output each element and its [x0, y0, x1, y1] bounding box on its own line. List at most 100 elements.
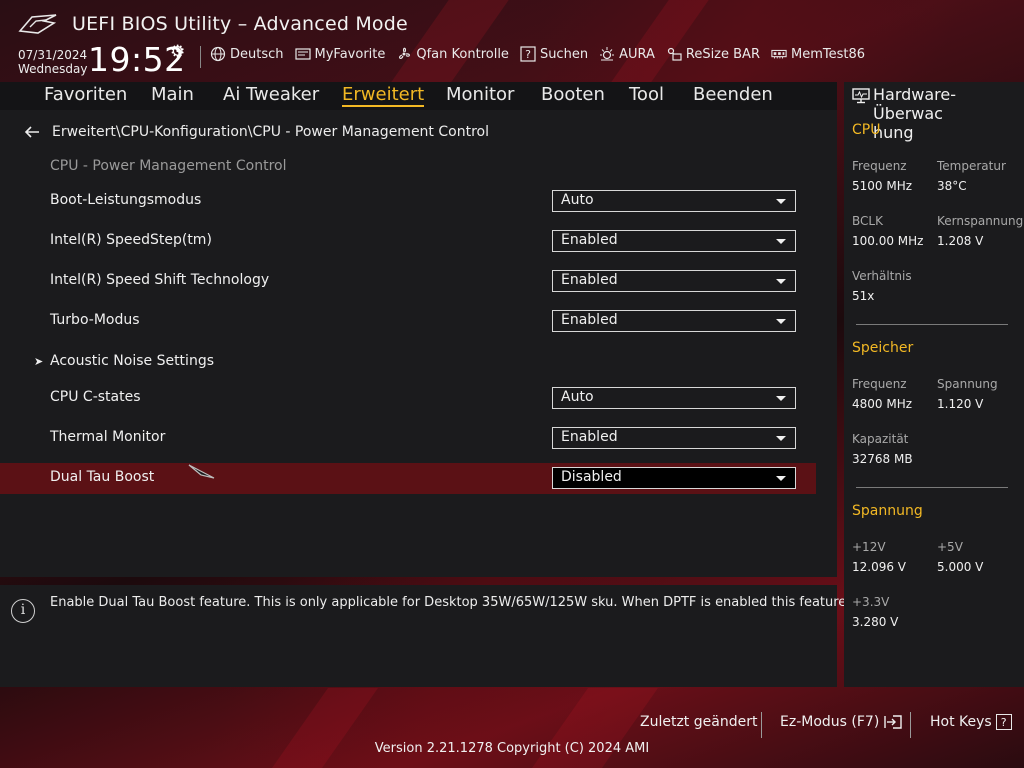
voltage-heading: Spannung [852, 503, 923, 519]
app-title: UEFI BIOS Utility – Advanced Mode [72, 13, 408, 35]
setting-label-c-states: CPU C-states [50, 389, 141, 405]
hot-keys-label: Hot Keys [930, 714, 992, 730]
cpu-temp-value: 38°C [937, 179, 967, 193]
monitor-title-line2: hung [873, 123, 914, 142]
turbo-select[interactable]: Enabled [552, 310, 796, 332]
help-icon: ? [995, 714, 1012, 730]
setting-label-thermal-monitor: Thermal Monitor [50, 429, 166, 445]
setting-label-boot-performance: Boot-Leistungsmodus [50, 192, 202, 208]
mem-freq-label: Frequenz [852, 377, 907, 391]
section-title: CPU - Power Management Control [50, 158, 287, 174]
v33-label: +3.3V [852, 595, 890, 609]
cpu-temp-label: Temperatur [937, 159, 1006, 173]
setting-label-speed-shift: Intel(R) Speed Shift Technology [50, 272, 270, 288]
fan-icon [396, 46, 412, 62]
bclk-label: BCLK [852, 214, 883, 228]
qfan-label: Qfan Kontrolle [416, 46, 509, 62]
cpu-freq-value: 5100 MHz [852, 179, 913, 193]
v12-label: +12V [852, 540, 886, 554]
qfan-button[interactable]: Qfan Kontrolle [396, 46, 509, 62]
tab-favoriten[interactable]: Favoriten [44, 84, 127, 105]
caret-down-icon [776, 279, 786, 284]
search-button[interactable]: ? Suchen [520, 46, 588, 62]
v12-value: 12.096 V [852, 560, 907, 574]
dual-tau-boost-select[interactable]: Disabled [552, 467, 796, 489]
info-icon: i [11, 599, 35, 623]
boot-performance-select[interactable]: Auto [552, 190, 796, 212]
tab-main[interactable]: Main [151, 84, 194, 105]
back-arrow-icon[interactable] [24, 125, 40, 139]
tab-monitor[interactable]: Monitor [446, 84, 514, 105]
myfavorite-button[interactable]: MyFavorite [294, 46, 386, 62]
monitor-icon [852, 88, 870, 104]
caret-down-icon [776, 396, 786, 401]
tab-ai-tweaker[interactable]: Ai Tweaker [223, 84, 319, 105]
mem-capacity-label: Kapazität [852, 432, 909, 446]
speed-shift-select[interactable]: Enabled [552, 270, 796, 292]
myfavorite-label: MyFavorite [314, 46, 386, 62]
search-label: Suchen [539, 46, 589, 62]
date: 07/31/2024 [18, 48, 88, 62]
monitor-title-line1: Hardware-Überwac [873, 85, 957, 123]
resize-bar-label: ReSize BAR [685, 46, 760, 62]
speedstep-select[interactable]: Enabled [552, 230, 796, 252]
select-value: Disabled [561, 469, 622, 485]
last-changed-button[interactable]: Zuletzt geändert [640, 714, 757, 730]
setting-label-dual-tau-boost: Dual Tau Boost [50, 469, 155, 485]
memtest-button[interactable]: MemTest86 [771, 46, 865, 62]
hot-keys-button[interactable]: Hot Keys ? [930, 714, 1012, 730]
last-changed-label: Zuletzt geändert [640, 714, 758, 730]
core-voltage-label: Kernspannung [937, 214, 1024, 228]
favorite-icon [294, 46, 311, 62]
mem-capacity-value: 32768 MB [852, 452, 913, 466]
weekday: Wednesday [18, 62, 88, 76]
ez-mode-button[interactable]: Ez-Modus (F7) [780, 714, 903, 730]
ez-mode-label: Ez-Modus (F7) [780, 714, 880, 730]
tab-booten[interactable]: Booten [541, 84, 605, 105]
mem-volt-value: 1.120 V [937, 397, 984, 411]
thermal-monitor-select[interactable]: Enabled [552, 427, 796, 449]
cpu-heading: CPU [852, 122, 881, 138]
help-text: Enable Dual Tau Boost feature. This is o… [50, 595, 919, 610]
tab-erweitert[interactable]: Erweitert [342, 84, 425, 107]
select-value: Auto [561, 389, 594, 405]
bclk-value: 100.00 MHz [852, 234, 924, 248]
resize-bar-button[interactable]: ReSize BAR [666, 46, 760, 62]
aura-button[interactable]: AURA [599, 46, 655, 62]
v5-label: +5V [937, 540, 963, 554]
cpu-freq-label: Frequenz [852, 159, 907, 173]
rog-logo-icon [18, 14, 57, 34]
tab-bar: Favoriten Main Ai Tweaker Erweitert Moni… [0, 82, 837, 110]
c-states-select[interactable]: Auto [552, 387, 796, 409]
divider [761, 712, 762, 738]
gear-icon[interactable]: ⚙ [170, 42, 185, 62]
ratio-label: Verhältnis [852, 269, 912, 283]
core-voltage-value: 1.208 V [937, 234, 984, 248]
tab-beenden[interactable]: Beenden [693, 84, 773, 105]
mouse-cursor-icon [188, 464, 215, 479]
help-search-icon: ? [520, 46, 536, 62]
divider [200, 46, 201, 68]
setting-label-turbo: Turbo-Modus [50, 312, 140, 328]
select-value: Enabled [561, 232, 618, 248]
aura-icon [599, 46, 615, 62]
submenu-acoustic-noise[interactable]: Acoustic Noise Settings [50, 353, 214, 369]
memtest-label: MemTest86 [790, 46, 866, 62]
ratio-value: 51x [852, 289, 875, 303]
help-panel: i Enable Dual Tau Boost feature. This is… [0, 585, 918, 687]
divider [910, 712, 911, 738]
select-value: Enabled [561, 272, 618, 288]
tab-tool[interactable]: Tool [629, 84, 664, 105]
divider [856, 324, 1008, 325]
caret-down-icon [776, 436, 786, 441]
main-panel: Favoriten Main Ai Tweaker Erweitert Moni… [0, 82, 837, 577]
select-value: Auto [561, 192, 594, 208]
memtest-icon [771, 46, 787, 62]
hardware-monitor-panel: Hardware-Überwac hung CPU Frequenz Tempe… [844, 82, 1024, 687]
language-button[interactable]: Deutsch [210, 46, 284, 62]
date-display: 07/31/2024 Wednesday [18, 48, 87, 76]
caret-down-icon [776, 199, 786, 204]
toolbar: Deutsch MyFavorite Qfan Kontrolle ? Such… [210, 46, 865, 62]
svg-text:?: ? [525, 48, 531, 61]
language-label: Deutsch [230, 46, 284, 62]
